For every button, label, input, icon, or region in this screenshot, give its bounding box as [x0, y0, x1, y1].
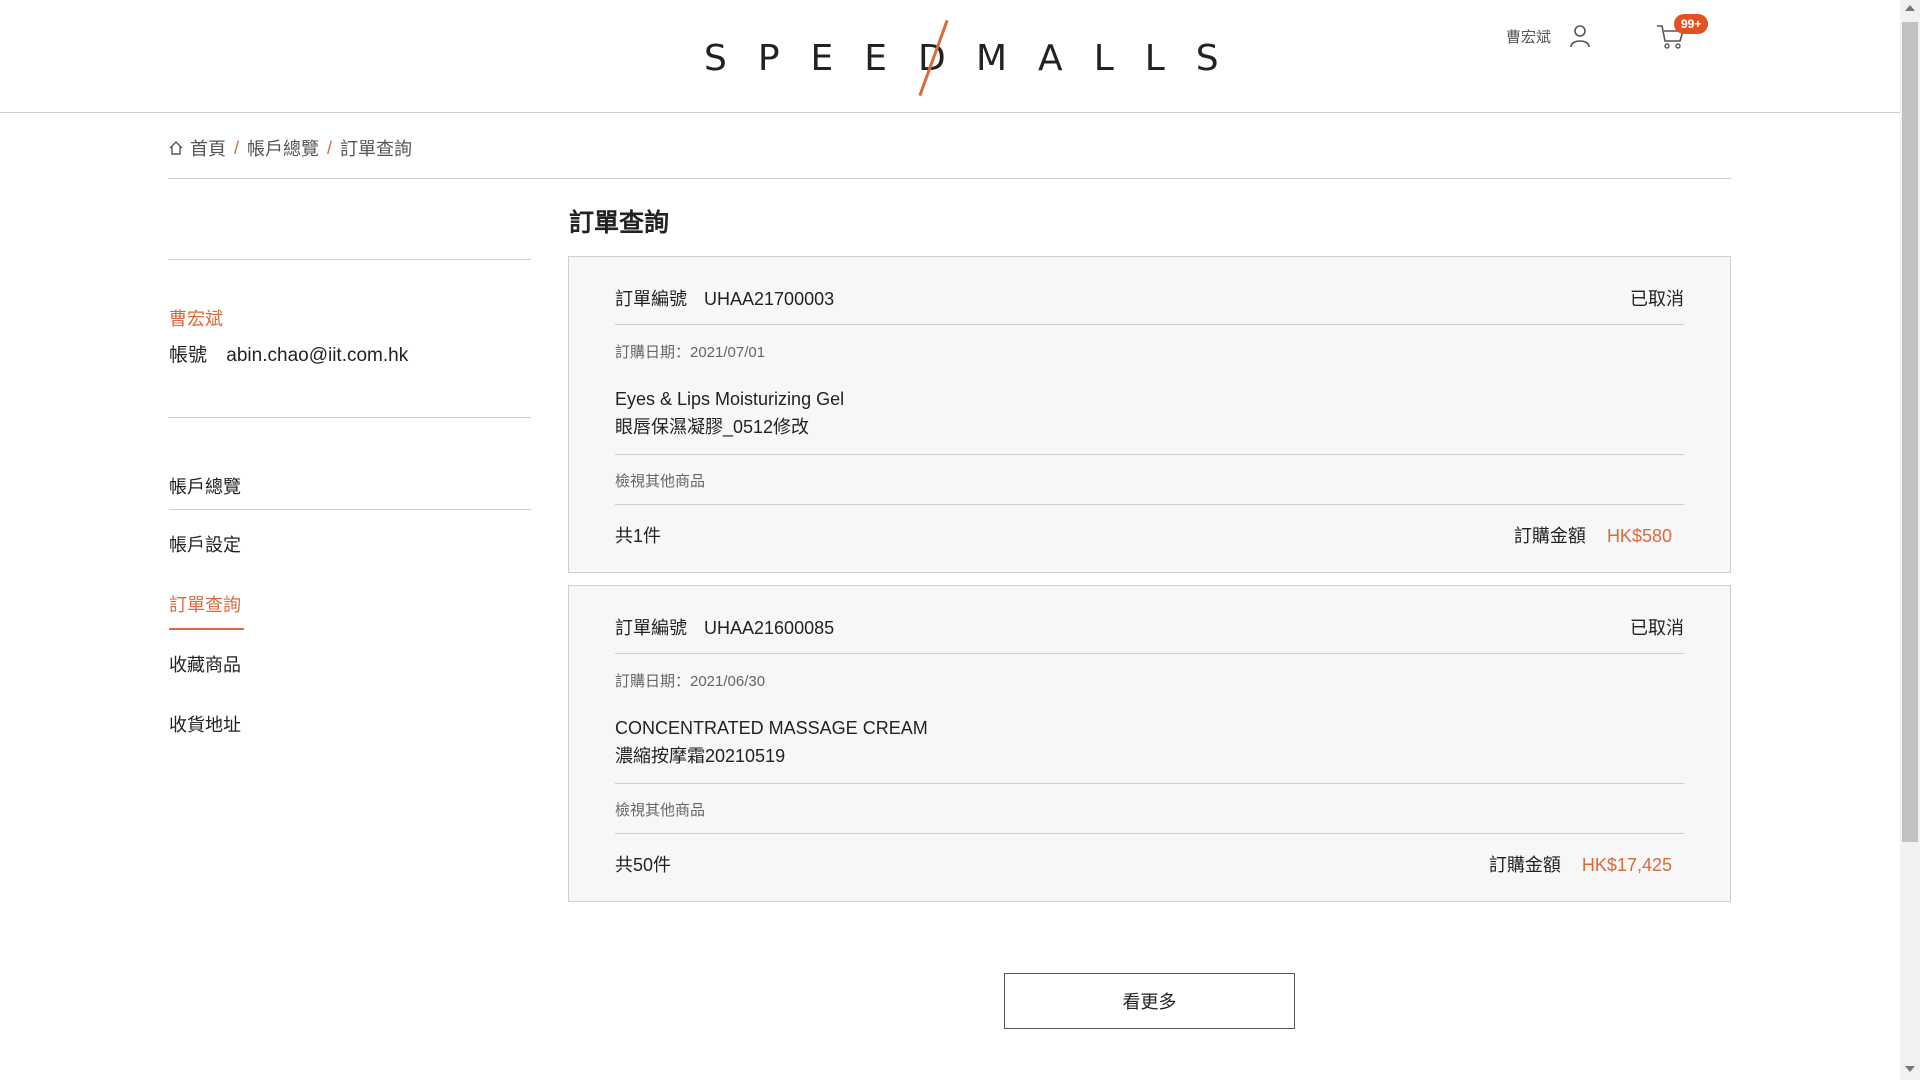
order-divider [615, 454, 1684, 455]
order-number-label: 訂單編號 [615, 618, 687, 638]
order-divider [615, 504, 1684, 505]
sidebar-divider [168, 259, 531, 260]
logo-text-right: MALLS [976, 38, 1250, 79]
order-status: 已取消 [1630, 289, 1684, 309]
order-amount-label: 訂購金額 [1513, 526, 1586, 546]
user-icon [1570, 25, 1590, 48]
product-name-en: Eyes & Lips Moisturizing Gel [615, 389, 845, 409]
order-item-count: 共50件 [615, 855, 672, 875]
sidebar-divider [168, 417, 531, 418]
breadcrumb: 首頁 / 帳戶總覽 / 訂單查詢 [168, 135, 412, 161]
order-amount: HK$17,425 [1581, 855, 1672, 875]
user-account-link[interactable]: 曹宏斌 [1506, 24, 1591, 48]
sidebar-item-addresses[interactable]: 收貨地址 [169, 708, 531, 768]
breadcrumb-current: 訂單查詢 [340, 139, 413, 159]
site-logo[interactable]: SPEED MALLS [700, 18, 1219, 97]
header-user-name: 曹宏斌 [1506, 28, 1552, 46]
page-title: 訂單查詢 [569, 209, 670, 237]
product-name-zh: 眼唇保濕凝膠_0512修改 [615, 417, 810, 437]
breadcrumb-divider [168, 178, 1731, 179]
order-card[interactable]: 訂單編號 UHAA21700003 已取消 訂購日期：2021/07/01 Ey… [568, 256, 1731, 573]
account-email: abin.chao@iit.com.hk [226, 345, 409, 366]
cart-count-badge: 99+ [1674, 14, 1709, 34]
scroll-up-arrow-icon[interactable] [1905, 5, 1915, 11]
sidebar-nav: 帳戶總覽 帳戶設定 訂單查詢 收藏商品 收貨地址 [169, 470, 531, 768]
view-other-products-link[interactable]: 檢視其他商品 [615, 799, 1684, 820]
order-footer: 共1件 訂購金額 HK$580 [615, 522, 1684, 548]
order-product[interactable]: Eyes & Lips Moisturizing Gel 眼唇保濕凝膠_0512… [615, 385, 1684, 451]
order-date: 訂購日期：2021/06/30 [615, 673, 766, 690]
view-other-products-link[interactable]: 檢視其他商品 [615, 470, 1684, 491]
order-number-label: 訂單編號 [615, 289, 687, 309]
sidebar-item-order-query[interactable]: 訂單查詢 [169, 588, 531, 648]
breadcrumb-account[interactable]: 帳戶總覽 [247, 135, 319, 161]
order-product[interactable]: CONCENTRATED MASSAGE CREAM 濃縮按摩霜20210519 [615, 714, 1684, 780]
order-status: 已取消 [1630, 618, 1684, 638]
sidebar-item-account-overview[interactable]: 帳戶總覽 [169, 470, 531, 510]
product-name-zh: 濃縮按摩霜20210519 [615, 746, 786, 766]
home-icon [169, 141, 183, 155]
load-more-button[interactable]: 看更多 [1004, 973, 1295, 1029]
page-scrollbar[interactable] [1900, 0, 1920, 1080]
order-header: 訂單編號 UHAA21600085 已取消 [615, 614, 1684, 654]
order-footer: 共50件 訂購金額 HK$17,425 [615, 851, 1684, 877]
order-header: 訂單編號 UHAA21700003 已取消 [615, 285, 1684, 325]
order-amount-label: 訂購金額 [1488, 855, 1561, 875]
breadcrumb-home[interactable]: 首頁 [190, 135, 226, 161]
breadcrumb-separator: / [327, 137, 333, 158]
breadcrumb-separator: / [234, 137, 240, 158]
order-card[interactable]: 訂單編號 UHAA21600085 已取消 訂購日期：2021/06/30 CO… [568, 585, 1731, 902]
order-divider [615, 783, 1684, 784]
scroll-down-arrow-icon[interactable] [1905, 1066, 1915, 1072]
product-name-en: CONCENTRATED MASSAGE CREAM [615, 718, 928, 738]
sidebar-item-account-settings[interactable]: 帳戶設定 [169, 528, 531, 588]
sidebar-account: 帳號 abin.chao@iit.com.hk [169, 340, 408, 367]
scrollbar-thumb[interactable] [1902, 22, 1918, 842]
sidebar-user-name: 曹宏斌 [169, 309, 223, 329]
sidebar-item-favorites[interactable]: 收藏商品 [169, 648, 531, 708]
order-number: UHAA21700003 [704, 289, 835, 309]
order-item-count: 共1件 [615, 526, 662, 546]
order-amount: HK$580 [1606, 526, 1672, 546]
order-divider [615, 833, 1684, 834]
order-date: 訂購日期：2021/07/01 [615, 344, 766, 361]
order-number: UHAA21600085 [704, 618, 835, 638]
site-header: SPEED MALLS 曹宏斌 99+ [0, 0, 1900, 113]
account-label: 帳號 [169, 345, 208, 366]
